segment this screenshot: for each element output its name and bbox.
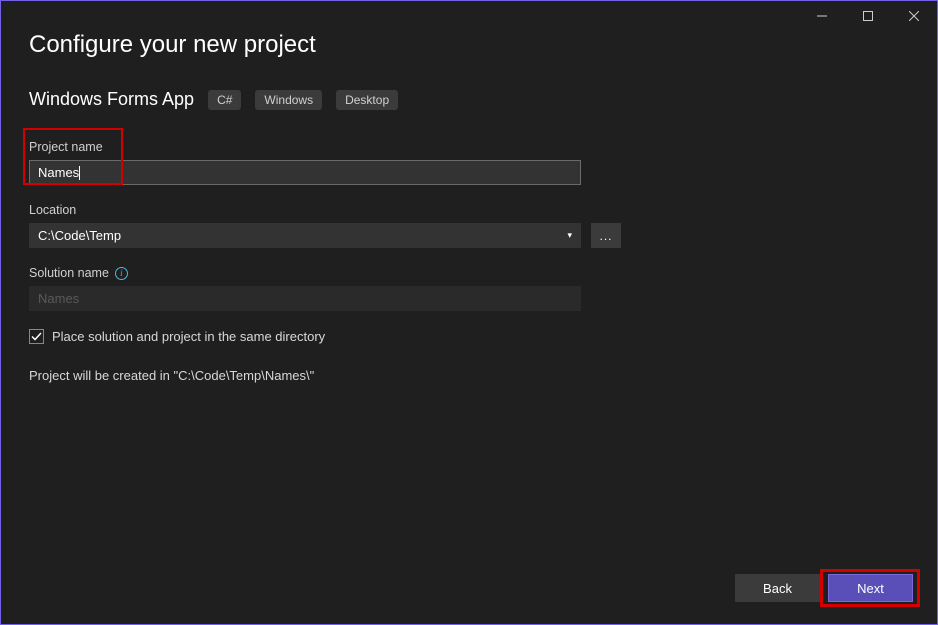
location-combobox[interactable]: C:\Code\Temp ▾: [29, 223, 581, 248]
solution-name-label-text: Solution name: [29, 266, 109, 280]
checkmark-icon: [31, 331, 42, 342]
page-title: Configure your new project: [29, 31, 909, 59]
browse-button[interactable]: ...: [591, 223, 621, 248]
template-info-row: Windows Forms App C# Windows Desktop: [29, 89, 909, 110]
tag-windows: Windows: [255, 90, 322, 110]
project-name-label: Project name: [29, 140, 909, 154]
maximize-icon: [863, 11, 873, 21]
minimize-button[interactable]: [799, 1, 845, 31]
template-name: Windows Forms App: [29, 89, 194, 110]
location-row: C:\Code\Temp ▾ ...: [29, 223, 909, 248]
same-directory-label: Place solution and project in the same d…: [52, 329, 325, 344]
project-name-input[interactable]: Names: [29, 160, 581, 185]
footer-buttons: Back Next: [735, 574, 913, 602]
same-directory-checkbox[interactable]: [29, 329, 44, 344]
close-icon: [909, 11, 919, 21]
solution-name-input: Names: [29, 286, 581, 311]
tag-desktop: Desktop: [336, 90, 398, 110]
back-button[interactable]: Back: [735, 574, 820, 602]
minimize-icon: [817, 11, 827, 21]
same-directory-checkbox-row: Place solution and project in the same d…: [29, 329, 909, 344]
main-content: Configure your new project Windows Forms…: [1, 1, 937, 383]
solution-name-placeholder: Names: [38, 291, 79, 306]
project-name-field: Project name Names: [29, 140, 909, 185]
solution-name-label: Solution name i: [29, 266, 909, 280]
location-label: Location: [29, 203, 909, 217]
creation-path-info: Project will be created in "C:\Code\Temp…: [29, 368, 909, 383]
close-button[interactable]: [891, 1, 937, 31]
text-caret: [79, 166, 80, 180]
maximize-button[interactable]: [845, 1, 891, 31]
location-value: C:\Code\Temp: [38, 228, 121, 243]
chevron-down-icon: ▾: [567, 230, 572, 241]
info-icon[interactable]: i: [115, 267, 128, 280]
project-name-value: Names: [38, 165, 79, 180]
window-titlebar: [799, 1, 937, 31]
tag-csharp: C#: [208, 90, 241, 110]
next-button[interactable]: Next: [828, 574, 913, 602]
location-field: Location C:\Code\Temp ▾ ...: [29, 203, 909, 248]
solution-name-field: Solution name i Names: [29, 266, 909, 311]
